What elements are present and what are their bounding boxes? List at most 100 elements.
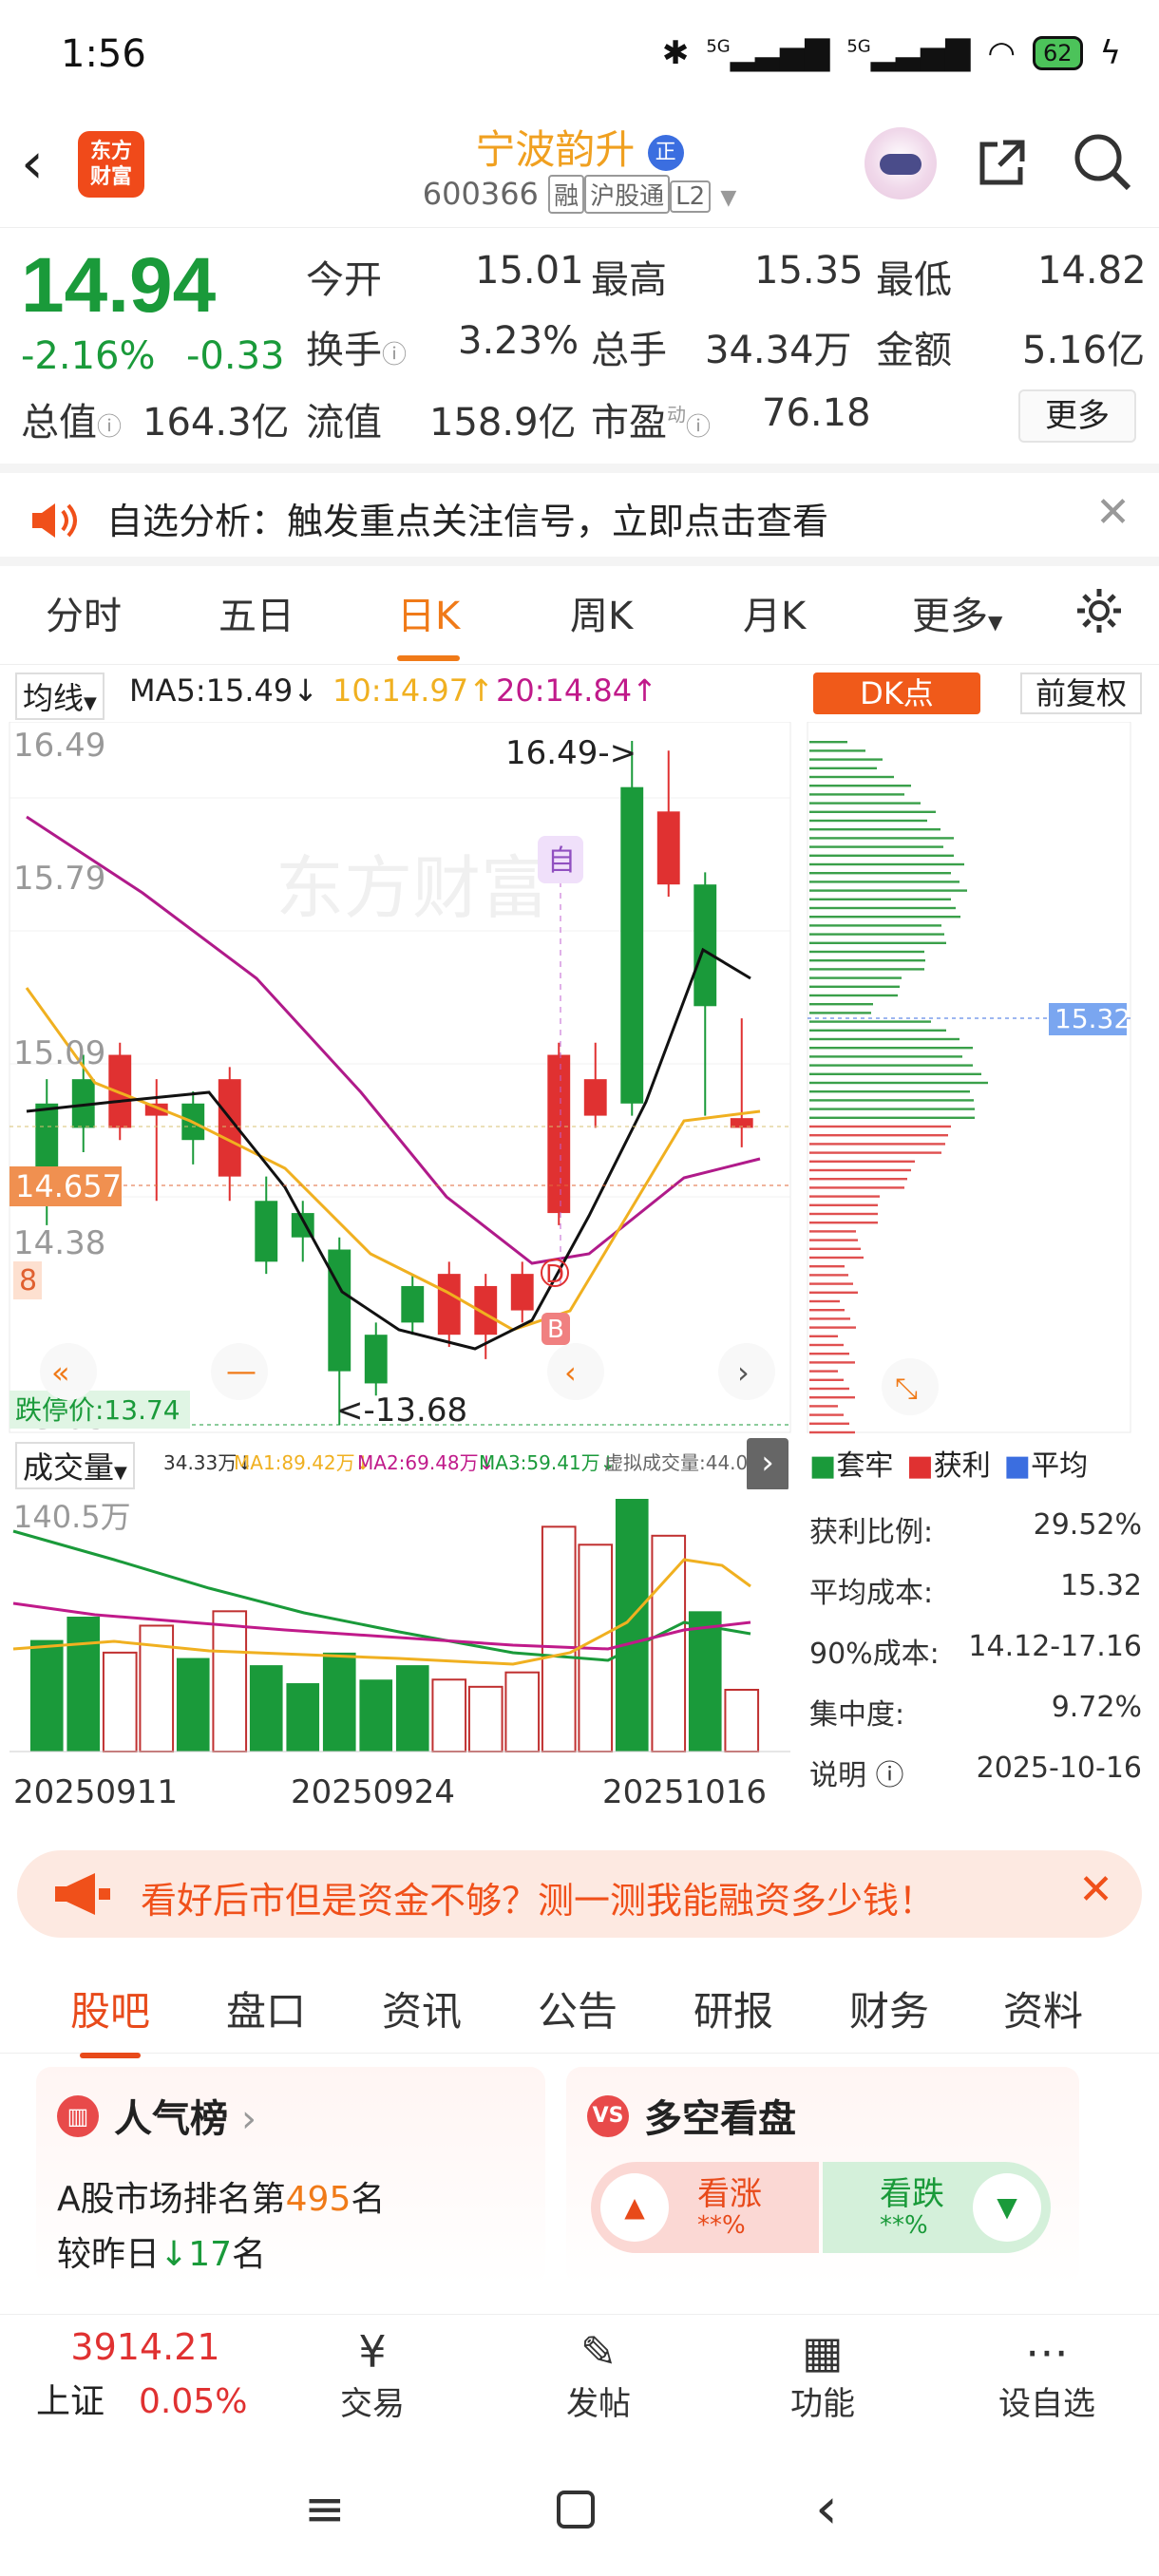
info-icon: ⓘ <box>875 1759 904 1792</box>
add-watchlist-button[interactable]: ⋯ 设自选 <box>980 2326 1113 2424</box>
volume-selector[interactable]: 成交量▼ <box>15 1442 135 1489</box>
vol-ma1: MA1:89.42万↓ <box>234 1451 371 1474</box>
signal-icon-2: 5G▂▃▅▇ <box>846 34 971 72</box>
menu-icon[interactable]: ≡ <box>304 2481 346 2538</box>
tab-finance[interactable]: 财务 <box>849 1979 929 2037</box>
chip-bar <box>809 906 956 910</box>
chip-bar <box>809 1387 849 1391</box>
notice-bar[interactable]: 自选分析：触发重点关注信号，立即点击查看 ✕ <box>0 464 1159 566</box>
home-icon[interactable] <box>557 2491 595 2529</box>
chip-bar <box>809 1343 844 1347</box>
more-button[interactable]: 更多 <box>1018 389 1136 443</box>
chip-bar <box>809 872 951 875</box>
back-nav-icon[interactable]: ‹ <box>815 2475 838 2542</box>
chip-bar <box>809 933 944 936</box>
volume-bar <box>651 1534 687 1752</box>
chip-bar <box>809 1370 838 1373</box>
chip-note-row[interactable]: 说明 ⓘ 2025-10-16 <box>809 1752 1142 1793</box>
clock: 1:56 <box>61 32 146 76</box>
megaphone-icon <box>55 1873 110 1915</box>
search-icon[interactable] <box>1072 131 1132 192</box>
assistant-avatar-icon[interactable] <box>864 127 937 199</box>
tab-day-k[interactable]: 日K <box>397 585 461 661</box>
chip-bar <box>809 976 902 979</box>
tab-research[interactable]: 研报 <box>694 1979 773 2037</box>
double-left-icon: « <box>51 1354 70 1391</box>
rank-change-line: 较昨日↓17名 <box>57 2235 267 2274</box>
last-price: 14.94 <box>21 242 217 329</box>
tab-profile[interactable]: 资料 <box>1003 1979 1083 2037</box>
turnover-label: 换手ⓘ <box>306 329 408 372</box>
volume-max-label: 140.5万 <box>13 1499 131 1535</box>
chip-bar <box>809 1430 855 1434</box>
tab-week-k[interactable]: 周K <box>570 585 633 640</box>
index-widget[interactable]: 3914.21 上证 0.05% <box>36 2326 255 2423</box>
chip-bar <box>809 1361 855 1364</box>
tab-minute[interactable]: 分时 <box>46 585 122 640</box>
chip-bar <box>809 1203 878 1206</box>
y-label: 15.09 <box>13 1034 105 1072</box>
candle-body <box>620 786 644 1104</box>
signal-icon-1: 5G▂▃▅▇ <box>706 34 830 72</box>
index-name: 上证 <box>36 2382 105 2421</box>
share-icon[interactable] <box>975 135 1030 190</box>
dk-point-button[interactable]: DK点 <box>813 672 980 714</box>
tab-month-k[interactable]: 月K <box>743 585 806 640</box>
popularity-card[interactable]: ▥ 人气榜 › A股市场排名第495名 较昨日↓17名 <box>36 2067 545 2285</box>
volume-bar <box>359 1679 393 1752</box>
date-label: 20251016 <box>602 1773 767 1811</box>
chip-bar <box>809 862 964 866</box>
margin-ad-banner[interactable]: 看好后市但是资金不够？测一测我能融资多少钱！ ✕ <box>17 1850 1142 1938</box>
watermark: 东方财富 <box>276 848 549 928</box>
close-icon[interactable]: ✕ <box>1095 488 1130 537</box>
chip-bar <box>809 889 967 892</box>
bull-bear-card[interactable]: VS 多空看盘 ▲ 看涨 **% 看跌 **% ▼ <box>566 2067 1079 2285</box>
grid-icon: ▦ <box>802 2326 844 2377</box>
chip-bar <box>809 916 960 919</box>
volume-bar <box>541 1525 577 1752</box>
bear-percent: **% <box>880 2211 928 2240</box>
volume-bar <box>322 1652 356 1752</box>
more-dots-icon: ⋯ <box>1025 2326 1069 2377</box>
tab-five-day[interactable]: 五日 <box>218 585 294 640</box>
bluetooth-icon: ✱ <box>661 34 690 72</box>
tab-news[interactable]: 资讯 <box>382 1979 462 2037</box>
tab-pankou[interactable]: 盘口 <box>226 1979 306 2037</box>
collapse-chevron-icon[interactable]: › <box>747 1438 788 1491</box>
chip-bar <box>809 1256 864 1260</box>
arrow-down-icon: ↓ <box>160 2235 189 2274</box>
kline-chart[interactable]: 东方财富 自 D B 16.49 15.79 15.09 14.38 13.68… <box>0 722 798 1434</box>
stock-header: ‹ 东方 财富 宁波韵升 正 600366 融沪股通 L2 ▼ <box>0 114 1159 228</box>
tab-announcement[interactable]: 公告 <box>538 1979 618 2037</box>
volume-value: 34.34万 <box>705 329 852 372</box>
settings-gear-icon[interactable] <box>1074 585 1125 636</box>
tag-l2: L2 <box>670 180 712 213</box>
tab-more[interactable]: 更多▼ <box>912 585 1002 640</box>
ma-selector[interactable]: 均线▼ <box>15 672 104 720</box>
function-button[interactable]: ▦ 功能 <box>756 2326 889 2424</box>
post-button[interactable]: ✎ 发帖 <box>532 2326 665 2424</box>
chip-bar <box>809 1422 849 1425</box>
chip-bar <box>809 1178 907 1181</box>
chip-bar <box>809 898 951 900</box>
dropdown-icon: ▼ <box>720 186 737 210</box>
chip-stats: ■套牢 ■获利 ■平均 获利比例: 29.52% 平均成本: 15.32 90%成本… <box>809 1442 1142 1793</box>
expand-icon: ⤡ <box>895 1373 918 1406</box>
forward-adjust-button[interactable]: 前复权 <box>1020 672 1142 714</box>
float-label: 流值 <box>306 401 382 445</box>
trade-button[interactable]: ¥ 交易 <box>306 2326 439 2424</box>
vs-title: 多空看盘 <box>644 2097 796 2141</box>
chip-bar <box>809 1378 844 1381</box>
candle-body <box>547 1054 571 1214</box>
volume-bar <box>249 1665 283 1752</box>
bull-button[interactable]: ▲ 看涨 **% <box>591 2162 819 2253</box>
chip-bar <box>809 1222 878 1224</box>
close-icon[interactable]: ✕ <box>1078 1866 1113 1914</box>
notice-text: 自选分析：触发重点关注信号，立即点击查看 <box>106 501 829 542</box>
ma20-readout: 20:14.84↑ <box>496 672 657 709</box>
arrow-up-icon: ↑ <box>632 672 657 709</box>
chip-bar <box>809 1003 873 1006</box>
volume-bar <box>286 1683 320 1752</box>
bear-button[interactable]: 看跌 **% ▼ <box>823 2162 1051 2253</box>
tab-guba[interactable]: 股吧 <box>70 1979 150 2058</box>
